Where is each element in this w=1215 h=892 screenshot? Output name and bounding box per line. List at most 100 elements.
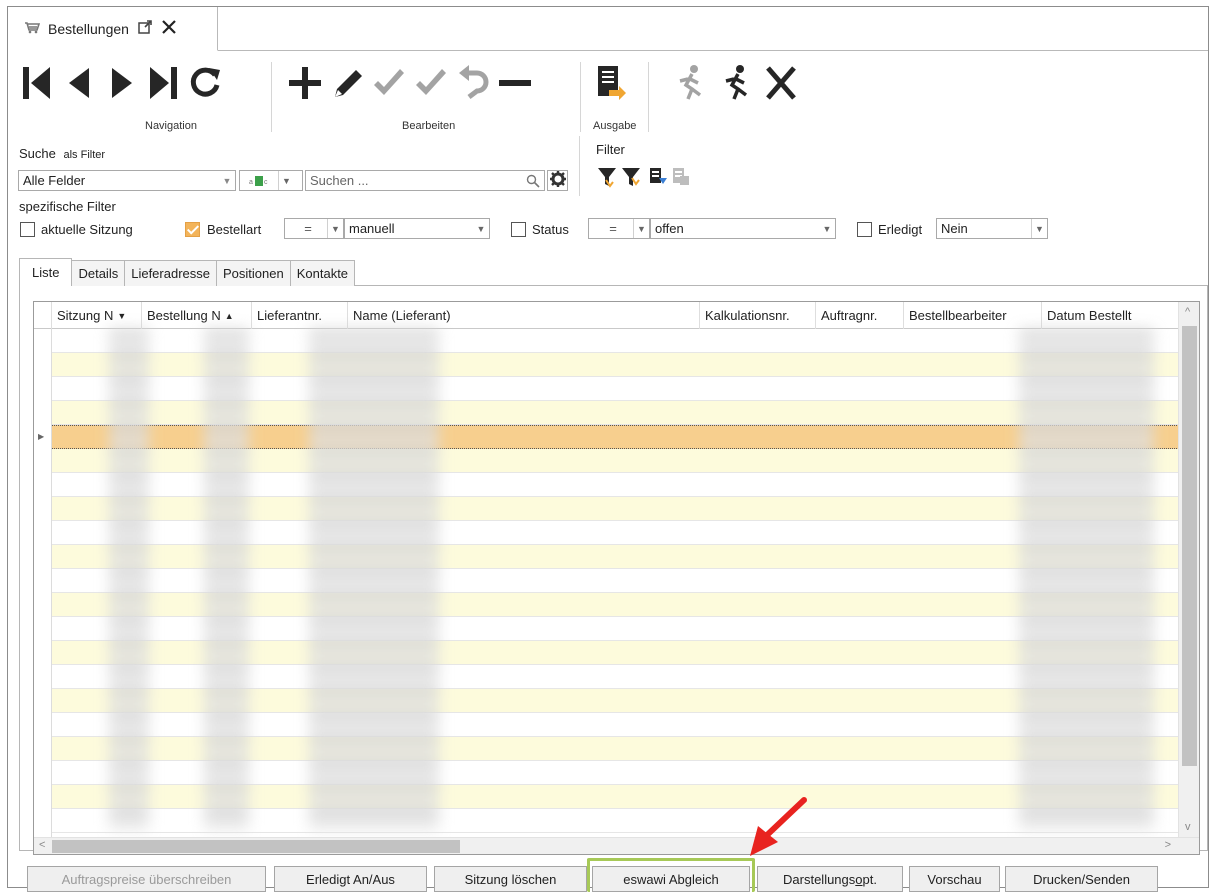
svg-text:c: c bbox=[264, 179, 268, 186]
filter-list-disabled-button[interactable] bbox=[670, 163, 692, 191]
status-operator-select[interactable]: = ▼ bbox=[588, 218, 650, 239]
previous-record-button[interactable] bbox=[59, 62, 98, 106]
tab-lieferadresse[interactable]: Lieferadresse bbox=[124, 260, 217, 286]
column-header-session-label: Sitzung N bbox=[57, 308, 114, 323]
sort-desc-icon: ▼ bbox=[117, 310, 127, 321]
document-tab[interactable]: Bestellungen bbox=[8, 7, 218, 51]
scroll-left-icon[interactable]: < bbox=[39, 839, 45, 851]
gear-icon bbox=[549, 171, 566, 190]
filter-list-icon bbox=[671, 164, 691, 191]
search-placeholder: Suchen ... bbox=[310, 173, 369, 188]
first-record-button[interactable] bbox=[17, 62, 56, 106]
tab-liste[interactable]: Liste bbox=[19, 258, 73, 286]
overwrite-prices-button[interactable]: Auftragspreise überschreiben bbox=[27, 866, 266, 892]
plus-icon bbox=[287, 63, 323, 106]
order-type-checkbox[interactable] bbox=[185, 222, 200, 237]
delete-session-button[interactable]: Sitzung löschen bbox=[434, 866, 587, 892]
edit-button[interactable] bbox=[327, 62, 366, 106]
done-value: Nein bbox=[941, 221, 968, 236]
display-options-button[interactable]: Darstellungs o pt. bbox=[757, 866, 903, 892]
column-header-supplier-no[interactable]: Lieferantnr. bbox=[252, 302, 348, 329]
search-mode-select[interactable]: ac ▼ bbox=[239, 170, 303, 191]
status-value-select[interactable]: offen ▼ bbox=[650, 218, 836, 239]
search-icon[interactable] bbox=[522, 174, 544, 188]
column-header-date[interactable]: Datum Bestellt bbox=[1042, 302, 1179, 329]
filter-apply-button[interactable] bbox=[596, 163, 618, 191]
order-type-operator-select[interactable]: = ▼ bbox=[284, 218, 344, 239]
blurred-column bbox=[309, 329, 439, 830]
search-field-select[interactable]: Alle Felder ▼ bbox=[18, 170, 236, 191]
tab-kontakte[interactable]: Kontakte bbox=[289, 260, 356, 286]
done-value-select[interactable]: Nein ▼ bbox=[936, 218, 1048, 239]
sort-asc-icon: ▲ bbox=[224, 310, 234, 321]
column-header-calc-no[interactable]: Kalkulationsnr. bbox=[700, 302, 816, 329]
display-options-label-end: pt. bbox=[862, 871, 877, 887]
external-link-icon[interactable] bbox=[137, 19, 153, 38]
search-input[interactable]: Suchen ... bbox=[305, 170, 545, 191]
status-operator-value: = bbox=[609, 221, 617, 236]
detail-tabs: Liste Details Lieferadresse Positionen K… bbox=[19, 258, 356, 286]
horizontal-scroll-thumb[interactable] bbox=[52, 840, 460, 853]
done-checkbox[interactable] bbox=[857, 222, 872, 237]
orders-grid[interactable]: Sitzung N ▼ Bestellung N ▲ Lieferantnr. … bbox=[33, 301, 1200, 855]
first-record-icon bbox=[20, 63, 54, 106]
column-header-supplier-name[interactable]: Name (Lieferant) bbox=[348, 302, 700, 329]
highlight-annotation-box bbox=[587, 858, 755, 892]
ausgabe-group-label: Ausgabe bbox=[593, 120, 637, 132]
preview-button[interactable]: Vorschau bbox=[909, 866, 1000, 892]
filter-edit-button[interactable] bbox=[620, 163, 642, 191]
vertical-scrollbar[interactable]: ^ v bbox=[1178, 302, 1199, 837]
blurred-column bbox=[109, 329, 149, 830]
column-header-editor[interactable]: Bestellbearbeiter bbox=[904, 302, 1042, 329]
tab-details[interactable]: Details bbox=[71, 260, 126, 286]
grid-header-indicator bbox=[34, 302, 52, 329]
session-checkbox[interactable] bbox=[20, 222, 35, 237]
last-record-button[interactable] bbox=[143, 62, 182, 106]
report-export-icon bbox=[593, 63, 627, 106]
previous-icon bbox=[62, 63, 96, 106]
bearbeiten-group-label: Bearbeiten bbox=[402, 120, 456, 132]
tab-header-line bbox=[218, 50, 1208, 51]
tab-positionen[interactable]: Positionen bbox=[216, 260, 291, 286]
toggle-done-button[interactable]: Erledigt An/Aus bbox=[274, 866, 427, 892]
horizontal-scrollbar[interactable]: < > bbox=[34, 837, 1199, 854]
order-type-label: Bestellart bbox=[207, 222, 262, 237]
cancel-button[interactable] bbox=[761, 62, 800, 106]
save-button[interactable] bbox=[369, 62, 408, 106]
column-header-session[interactable]: Sitzung N ▼ bbox=[52, 302, 142, 329]
session-checkbox-label: aktuelle Sitzung bbox=[41, 222, 133, 237]
pencil-icon bbox=[329, 63, 365, 106]
run-button[interactable] bbox=[717, 62, 756, 106]
scroll-right-icon[interactable]: > bbox=[1165, 839, 1171, 851]
delete-button[interactable] bbox=[495, 62, 534, 106]
column-header-job-no[interactable]: Auftragnr. bbox=[816, 302, 904, 329]
column-header-order[interactable]: Bestellung N ▲ bbox=[142, 302, 252, 329]
refresh-button[interactable] bbox=[185, 62, 224, 106]
minus-icon bbox=[497, 63, 533, 106]
funnel-icon bbox=[597, 164, 617, 191]
search-label-text: Suche bbox=[19, 146, 56, 161]
display-options-label-mnemonic: o bbox=[855, 871, 863, 887]
scroll-down-icon[interactable]: v bbox=[1185, 821, 1191, 833]
vertical-scroll-thumb[interactable] bbox=[1182, 326, 1197, 766]
search-field-value: Alle Felder bbox=[23, 173, 86, 188]
navigation-group-label: Navigation bbox=[145, 120, 197, 132]
close-icon[interactable] bbox=[161, 19, 177, 38]
toolbar: Navigation Bearbeiten Ausgabe bbox=[17, 62, 837, 142]
close-x-icon bbox=[764, 63, 798, 106]
next-record-button[interactable] bbox=[101, 62, 140, 106]
undo-button[interactable] bbox=[453, 62, 492, 106]
add-button[interactable] bbox=[285, 62, 324, 106]
print-send-button[interactable]: Drucken/Senden bbox=[1005, 866, 1158, 892]
search-settings-button[interactable] bbox=[547, 170, 568, 191]
status-value: offen bbox=[655, 221, 684, 236]
scroll-up-icon[interactable]: ^ bbox=[1185, 306, 1190, 318]
order-type-value-select[interactable]: manuell ▼ bbox=[344, 218, 490, 239]
save-confirm-button[interactable] bbox=[411, 62, 450, 106]
undo-icon bbox=[455, 63, 491, 106]
next-icon bbox=[104, 63, 138, 106]
run-disabled-button[interactable] bbox=[671, 62, 710, 106]
filter-list-button[interactable] bbox=[647, 163, 669, 191]
status-checkbox[interactable] bbox=[511, 222, 526, 237]
output-button[interactable] bbox=[590, 62, 629, 106]
